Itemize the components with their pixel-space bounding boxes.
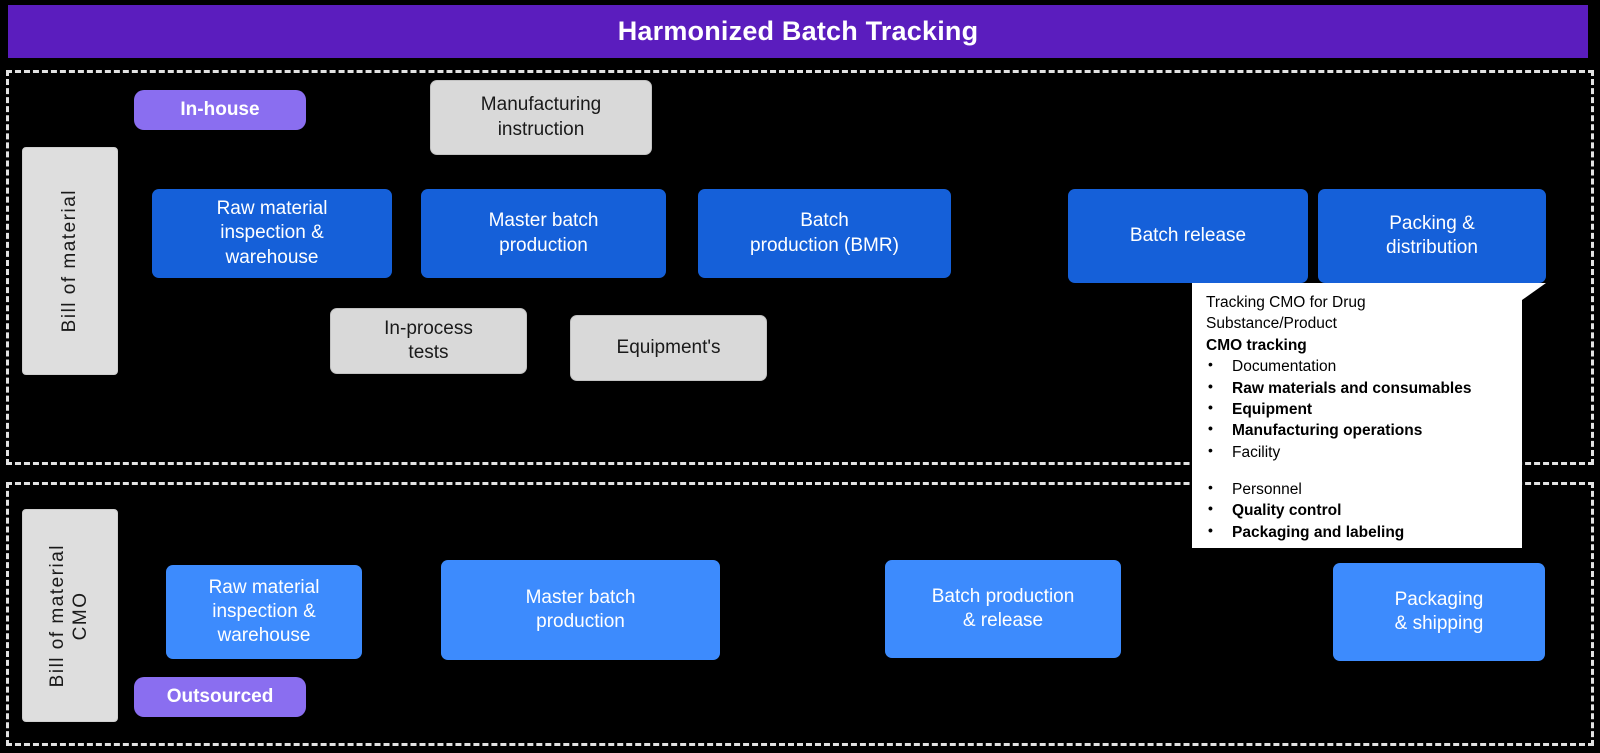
step-label: Batch production & release: [931, 585, 1075, 631]
document-manufacturing-instruction-label: Manufacturing instruction: [480, 94, 602, 140]
callout-list-group-1: Documentation Raw materials and consumab…: [1206, 355, 1512, 463]
cmo-tracking-callout: Tracking CMO for Drug Substance/Product …: [1192, 283, 1546, 548]
list-item: Manufacturing operations: [1206, 419, 1512, 441]
bill-of-material-label: Bill of material: [58, 189, 80, 333]
badge-inhouse: In-house: [134, 90, 306, 130]
list-item: Raw materials and consumables: [1206, 376, 1512, 399]
list-item: Facility: [1206, 441, 1512, 463]
callout-list-group-2: Personnel Quality control Packaging and …: [1206, 478, 1512, 543]
step-label: Master batch production: [488, 210, 599, 256]
callout-heading: CMO tracking: [1206, 336, 1307, 354]
step-label: Raw material inspection & warehouse: [216, 198, 328, 268]
page-title: Harmonized Batch Tracking: [617, 16, 979, 46]
badge-inhouse-label: In-house: [180, 98, 260, 120]
bill-of-material-cmo-box: Bill of material CMO: [22, 509, 118, 722]
step-inhouse-batch-production-bmr[interactable]: Batch production (BMR): [698, 189, 951, 278]
bill-of-material-box: Bill of material: [22, 147, 118, 375]
callout-intro: Tracking CMO for Drug Substance/Product: [1206, 294, 1366, 333]
callout-list-spacer: [1206, 463, 1512, 479]
page-title-bar: Harmonized Batch Tracking: [8, 5, 1588, 58]
bill-of-material-cmo-label: Bill of material CMO: [47, 543, 91, 688]
step-label: Packaging & shipping: [1394, 588, 1484, 634]
step-cmo-raw-material-inspection[interactable]: Raw material inspection & warehouse: [166, 565, 362, 659]
document-manufacturing-instruction: Manufacturing instruction: [430, 80, 652, 155]
step-cmo-packaging-shipping[interactable]: Packaging & shipping: [1333, 563, 1545, 661]
step-label: Raw material inspection & warehouse: [208, 576, 320, 647]
callout-pointer-icon: [1522, 283, 1546, 300]
list-item: Personnel: [1206, 478, 1512, 500]
list-item: Quality control: [1206, 499, 1512, 521]
list-item: Equipment: [1206, 398, 1512, 420]
step-label: Batch production (BMR): [750, 210, 899, 256]
step-inhouse-packing-distribution[interactable]: Packing & distribution: [1318, 189, 1546, 283]
step-cmo-master-batch-production[interactable]: Master batch production: [441, 560, 720, 660]
step-inhouse-master-batch-production[interactable]: Master batch production: [421, 189, 666, 278]
document-in-process-tests-label: In-process tests: [384, 317, 473, 363]
diagram-canvas: Harmonized Batch Tracking Bill of materi…: [0, 0, 1600, 753]
step-label: Packing & distribution: [1386, 212, 1478, 258]
document-equipment: Equipment's: [570, 315, 767, 381]
step-label: Batch release: [1129, 224, 1247, 246]
list-item: Packaging and labeling: [1206, 521, 1512, 543]
document-in-process-tests: In-process tests: [330, 308, 527, 374]
badge-outsourced: Outsourced: [134, 677, 306, 717]
step-inhouse-batch-release[interactable]: Batch release: [1068, 189, 1308, 283]
document-equipment-label: Equipment's: [616, 336, 721, 358]
step-cmo-batch-production-release[interactable]: Batch production & release: [885, 560, 1121, 658]
step-inhouse-raw-material-inspection[interactable]: Raw material inspection & warehouse: [152, 189, 392, 278]
step-label: Master batch production: [525, 586, 636, 632]
badge-outsourced-label: Outsourced: [166, 685, 274, 707]
list-item: Documentation: [1206, 355, 1512, 377]
